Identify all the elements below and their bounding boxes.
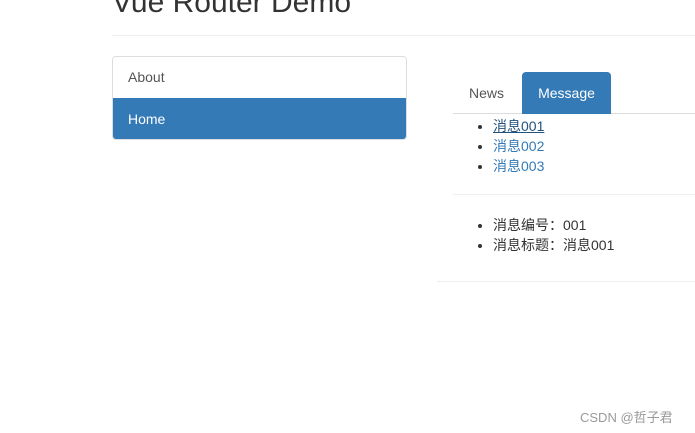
section-divider: [453, 194, 695, 195]
sidebar-item-home[interactable]: Home: [113, 98, 406, 139]
message-list: 消息001 消息002 消息003: [493, 116, 544, 176]
message-id-line: 消息编号：001: [493, 215, 614, 235]
header-divider: [112, 35, 695, 36]
list-item: 消息001: [493, 116, 544, 136]
message-link-003[interactable]: 消息003: [493, 158, 544, 174]
tab-message[interactable]: Message: [522, 72, 611, 114]
message-title-line: 消息标题：消息001: [493, 235, 614, 255]
home-tabs: News Message: [453, 72, 695, 114]
list-item: 消息003: [493, 156, 544, 176]
detail-divider: [437, 281, 695, 282]
list-item: 消息002: [493, 136, 544, 156]
page-title: Vue Router Demo: [112, 0, 352, 19]
message-detail: 消息编号：001 消息标题：消息001: [493, 215, 614, 255]
sidebar-nav: About Home: [112, 56, 407, 140]
watermark: CSDN @哲子君: [580, 410, 673, 425]
tab-news[interactable]: News: [454, 72, 519, 114]
message-link-001[interactable]: 消息001: [493, 118, 544, 134]
sidebar-item-about[interactable]: About: [113, 57, 406, 98]
message-link-002[interactable]: 消息002: [493, 138, 544, 154]
